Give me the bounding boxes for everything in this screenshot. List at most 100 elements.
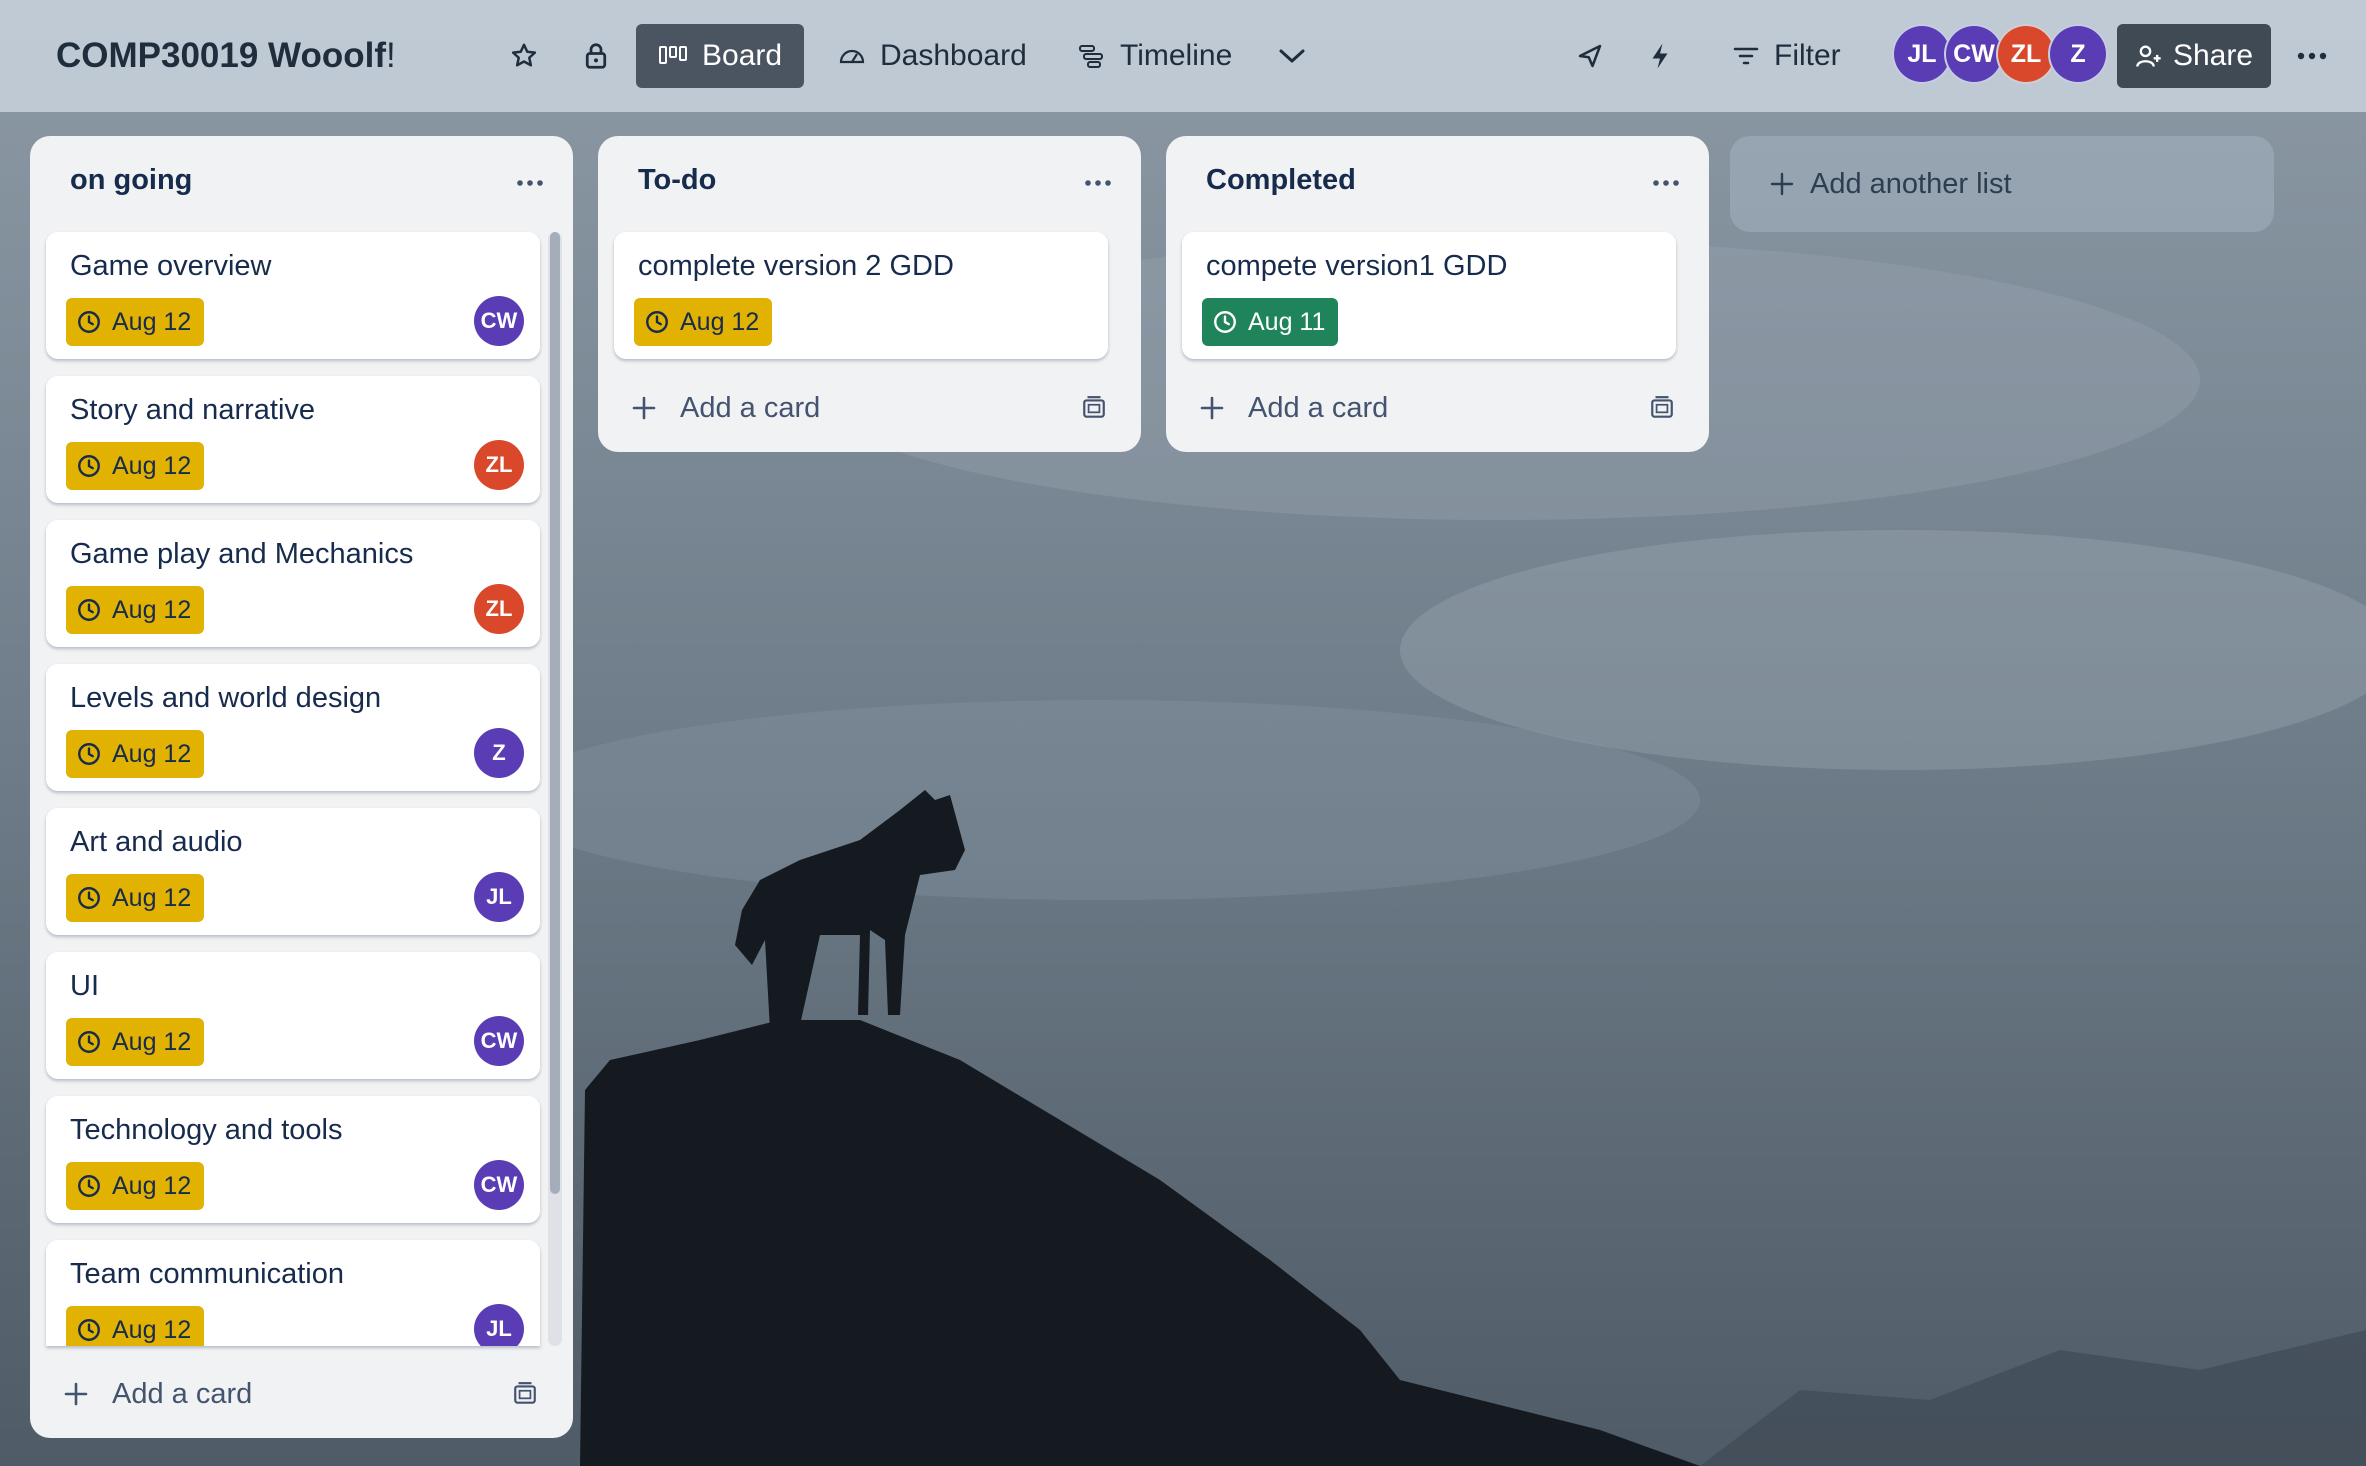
card-title: UI — [70, 970, 99, 1002]
due-date-badge[interactable]: Aug 12 — [66, 730, 205, 778]
due-date-badge[interactable]: Aug 12 — [66, 586, 205, 634]
due-date-badge[interactable]: Aug 12 — [66, 442, 205, 490]
card[interactable]: Team communication Aug 12 JL — [46, 1240, 540, 1346]
due-date-label: Aug 12 — [112, 1171, 192, 1200]
filter-button[interactable]: Filter — [1710, 24, 1863, 88]
card-member-avatar[interactable]: CW — [474, 1016, 524, 1066]
add-card-button[interactable]: Add a card — [630, 383, 820, 433]
member-avatar[interactable]: Z — [2048, 24, 2108, 84]
avatar-initials: ZL — [485, 452, 513, 477]
timeline-view-label: Timeline — [1120, 39, 1233, 72]
card[interactable]: compete version1 GDD Aug 11 — [1182, 232, 1676, 359]
card[interactable]: Game overview Aug 12 CW — [46, 232, 540, 359]
due-date-badge[interactable]: Aug 12 — [66, 1306, 205, 1346]
card[interactable]: Technology and tools Aug 12 CW — [46, 1096, 540, 1223]
card[interactable]: Game play and Mechanics Aug 12 ZL — [46, 520, 540, 647]
filter-icon — [1733, 47, 1759, 65]
due-date-badge[interactable]: Aug 12 — [66, 1162, 205, 1210]
avatar-initials: CW — [480, 308, 518, 333]
share-button[interactable]: Share — [2117, 24, 2271, 88]
due-date-label: Aug 12 — [112, 739, 192, 768]
due-date-label: Aug 12 — [112, 307, 192, 336]
card-title: Team communication — [70, 1258, 344, 1290]
due-date-badge[interactable]: Aug 12 — [66, 1018, 205, 1066]
dashboard-view-button[interactable]: Dashboard — [816, 24, 1049, 88]
clock-icon — [78, 1319, 100, 1341]
board-title-text: COMP30019 Wooolf — [56, 36, 386, 75]
add-card-label: Add a card — [680, 391, 821, 424]
list-scrollbar-thumb[interactable] — [550, 232, 560, 1194]
card-member-avatar[interactable]: CW — [474, 1160, 524, 1210]
avatar-initials: Z — [492, 740, 506, 765]
dashboard-icon — [839, 49, 865, 64]
due-date-badge[interactable]: Aug 12 — [634, 298, 773, 346]
board-view-icon — [659, 46, 687, 64]
board-menu-more-icon[interactable] — [2282, 26, 2342, 86]
card-member-avatar[interactable]: JL — [474, 1304, 524, 1346]
automation-bolt-icon[interactable] — [1630, 26, 1690, 86]
board-header: COMP30019 Wooolf! Board Dashboard Timeli… — [0, 0, 2366, 112]
list-title[interactable]: Completed — [1206, 164, 1356, 197]
card[interactable]: UI Aug 12 CW — [46, 952, 540, 1079]
power-ups-rocket-icon[interactable] — [1560, 26, 1620, 86]
list-title[interactable]: To-do — [638, 164, 716, 197]
timeline-view-button[interactable]: Timeline — [1056, 24, 1254, 88]
card-member-avatar[interactable]: JL — [474, 872, 524, 922]
clock-icon — [646, 311, 668, 333]
avatar-initials: CW — [480, 1172, 518, 1197]
due-date-label: Aug 11 — [1248, 307, 1326, 336]
lock-icon[interactable] — [566, 26, 626, 86]
list-menu-more-icon[interactable] — [1073, 158, 1123, 208]
create-from-template-icon[interactable] — [1642, 388, 1682, 428]
due-date-badge[interactable]: Aug 12 — [66, 298, 205, 346]
add-another-list-button[interactable]: Add another list — [1730, 136, 2274, 232]
card-title: Levels and world design — [70, 682, 382, 714]
list-title[interactable]: on going — [70, 164, 192, 197]
card-title: compete version1 GDD — [1206, 250, 1508, 282]
card[interactable]: Levels and world design Aug 12 Z — [46, 664, 540, 791]
more-views-chevron-down-icon[interactable] — [1262, 26, 1322, 86]
due-date-label: Aug 12 — [680, 307, 760, 336]
card-member-avatar[interactable]: CW — [474, 296, 524, 346]
card-title: Game play and Mechanics — [70, 538, 414, 570]
card[interactable]: Art and audio Aug 12 JL — [46, 808, 540, 935]
plus-icon — [1200, 396, 1224, 420]
avatar-initials: ZL — [485, 596, 513, 621]
add-card-button[interactable]: Add a card — [1198, 383, 1388, 433]
add-card-button[interactable]: Add a card — [62, 1369, 252, 1419]
card-title: Game overview — [70, 250, 272, 282]
list-menu-more-icon[interactable] — [1641, 158, 1691, 208]
clock-icon — [78, 1031, 100, 1053]
card-member-avatar[interactable]: ZL — [474, 584, 524, 634]
clock-icon — [1214, 311, 1236, 333]
card-title: complete version 2 GDD — [638, 250, 954, 282]
create-from-template-icon[interactable] — [1074, 388, 1114, 428]
board-title[interactable]: COMP30019 Wooolf! — [56, 26, 396, 86]
avatar-initials: CW — [480, 1028, 518, 1053]
due-date-badge[interactable]: Aug 11 — [1202, 298, 1339, 346]
clock-icon — [78, 599, 100, 621]
member-avatar[interactable]: JL — [1892, 24, 1952, 84]
card-title: Story and narrative — [70, 394, 316, 426]
list-menu-more-icon[interactable] — [505, 158, 555, 208]
add-person-icon — [2136, 45, 2161, 67]
card-member-avatar[interactable]: Z — [474, 728, 524, 778]
card[interactable]: complete version 2 GDD Aug 12 — [614, 232, 1108, 359]
card[interactable]: Story and narrative Aug 12 ZL — [46, 376, 540, 503]
plus-icon — [1770, 172, 1794, 196]
star-icon[interactable] — [494, 26, 554, 86]
add-another-list-label: Add another list — [1810, 167, 2012, 200]
due-date-label: Aug 12 — [112, 883, 192, 912]
board-view-button[interactable]: Board — [636, 24, 805, 88]
member-avatar[interactable]: ZL — [1996, 24, 2056, 84]
card-title: Technology and tools — [70, 1114, 343, 1146]
member-avatar[interactable]: CW — [1944, 24, 2004, 84]
due-date-label: Aug 12 — [112, 1027, 192, 1056]
due-date-badge[interactable]: Aug 12 — [66, 874, 205, 922]
board-title-mark: ! — [385, 36, 396, 75]
create-from-template-icon[interactable] — [505, 1374, 545, 1414]
card-member-avatar[interactable]: ZL — [474, 440, 524, 490]
clock-icon — [78, 1175, 100, 1197]
due-date-label: Aug 12 — [112, 451, 192, 480]
clock-icon — [78, 311, 100, 333]
